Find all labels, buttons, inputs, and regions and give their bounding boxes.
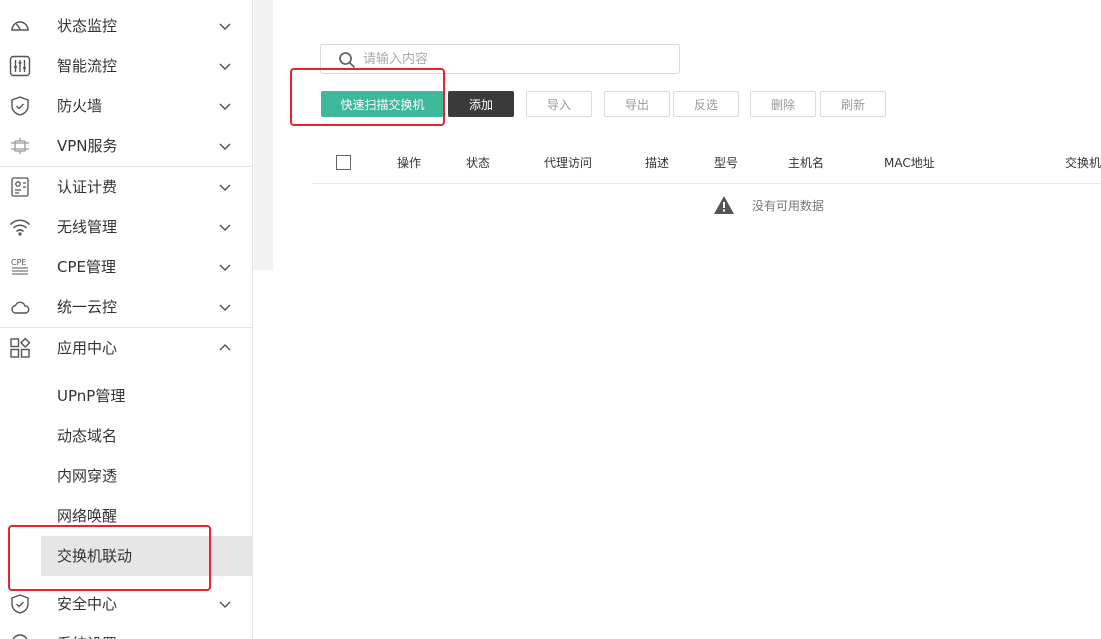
- sidebar-item-label: VPN服务: [57, 137, 118, 155]
- column-header-status[interactable]: 状态: [466, 155, 490, 171]
- sidebar-subitem-label: 内网穿透: [57, 467, 118, 485]
- sidebar-item-security-center[interactable]: 安全中心: [0, 584, 252, 624]
- delete-button[interactable]: 删除: [750, 91, 816, 117]
- sidebar-item-label: 应用中心: [57, 339, 118, 357]
- empty-state: 没有可用数据: [713, 195, 824, 215]
- search-box[interactable]: [320, 44, 680, 74]
- sidebar-subitem-wake-on-lan[interactable]: 网络唤醒: [41, 496, 252, 536]
- sidebar-item-label: 系统设置: [57, 624, 117, 639]
- refresh-button[interactable]: 刷新: [820, 91, 886, 117]
- sidebar-item-smart-flow[interactable]: 智能流控: [0, 46, 252, 86]
- chevron-down-icon: [219, 601, 231, 609]
- sidebar-item-cpe[interactable]: CPE CPE管理: [0, 247, 252, 287]
- search-input[interactable]: [363, 49, 663, 69]
- chevron-down-icon: [219, 304, 231, 312]
- column-header-description[interactable]: 描述: [645, 155, 669, 171]
- sidebar-subitem-label: 动态域名: [57, 427, 118, 445]
- chevron-up-icon: [219, 343, 231, 351]
- sidebar-item-label: 安全中心: [57, 595, 118, 613]
- column-header-proxy-access[interactable]: 代理访问: [544, 155, 592, 171]
- cloud-icon: [9, 296, 31, 318]
- column-header-model[interactable]: 型号: [714, 155, 738, 171]
- sliders-icon: [9, 55, 31, 77]
- warning-icon: [714, 196, 734, 214]
- empty-state-text: 没有可用数据: [752, 198, 825, 213]
- sidebar-item-label: 认证计费: [57, 178, 118, 196]
- shield-icon: [9, 95, 31, 117]
- chevron-down-icon: [219, 143, 231, 151]
- sidebar-subitem-label: 网络唤醒: [57, 507, 118, 525]
- export-button[interactable]: 导出: [604, 91, 670, 117]
- invert-select-button[interactable]: 反选: [673, 91, 739, 117]
- sidebar-item-label: 智能流控: [57, 57, 118, 75]
- table-header-divider: [312, 183, 1101, 184]
- content-gutter: [254, 0, 273, 270]
- column-header-switch[interactable]: 交换机: [1065, 155, 1101, 171]
- sidebar-item-wireless[interactable]: 无线管理: [0, 207, 252, 247]
- cpe-icon: CPE: [9, 256, 31, 278]
- sidebar-subitem-upnp[interactable]: UPnP管理: [41, 376, 252, 416]
- sidebar-item-firewall[interactable]: 防火墙: [0, 86, 252, 126]
- settings-icon: [9, 633, 31, 639]
- sidebar-subitem-label: UPnP管理: [57, 387, 126, 405]
- sidebar-item-vpn[interactable]: VPN服务: [0, 126, 252, 166]
- speedometer-icon: [9, 15, 31, 37]
- chevron-down-icon: [219, 103, 231, 111]
- chevron-down-icon: [219, 264, 231, 272]
- vpn-icon: [9, 135, 31, 157]
- wifi-icon: [9, 216, 31, 238]
- apps-icon: [9, 337, 31, 359]
- search-icon: [339, 52, 355, 68]
- sidebar-item-label: 状态监控: [57, 17, 118, 35]
- chevron-down-icon: [219, 184, 231, 192]
- sidebar-item-label: 无线管理: [57, 218, 118, 236]
- sidebar-subitem-label: 交换机联动: [57, 547, 133, 565]
- column-header-hostname[interactable]: 主机名: [788, 155, 824, 171]
- sidebar-item-label: 防火墙: [57, 97, 103, 115]
- sidebar: 状态监控 智能流控 防火墙 VPN服务 认证计费 无线管理 CPE CPE管理 …: [0, 0, 253, 639]
- svg-text:CPE: CPE: [11, 258, 26, 267]
- import-button[interactable]: 导入: [526, 91, 592, 117]
- chevron-down-icon: [219, 63, 231, 71]
- sidebar-item-cloud[interactable]: 统一云控: [0, 287, 252, 327]
- add-button[interactable]: 添加: [448, 91, 514, 117]
- sidebar-subitem-nat-traversal[interactable]: 内网穿透: [41, 456, 252, 496]
- sidebar-item-label: 统一云控: [57, 298, 118, 316]
- sidebar-item-app-center[interactable]: 应用中心: [0, 328, 252, 368]
- auth-billing-icon: [9, 176, 31, 198]
- column-header-action[interactable]: 操作: [397, 155, 421, 171]
- sidebar-item-system-settings[interactable]: 系统设置: [0, 624, 252, 639]
- sidebar-item-status-monitor[interactable]: 状态监控: [0, 6, 252, 46]
- chevron-down-icon: [219, 23, 231, 31]
- sidebar-subitem-switch-linkage[interactable]: 交换机联动: [41, 536, 252, 576]
- sidebar-subitem-ddns[interactable]: 动态域名: [41, 416, 252, 456]
- sidebar-item-label: CPE管理: [57, 258, 116, 276]
- select-all-checkbox[interactable]: [336, 155, 351, 170]
- shield-check-icon: [9, 593, 31, 615]
- chevron-down-icon: [219, 224, 231, 232]
- column-header-mac-address[interactable]: MAC地址: [884, 155, 935, 171]
- sidebar-item-auth-billing[interactable]: 认证计费: [0, 167, 252, 207]
- quick-scan-switch-button[interactable]: 快速扫描交换机: [321, 91, 444, 117]
